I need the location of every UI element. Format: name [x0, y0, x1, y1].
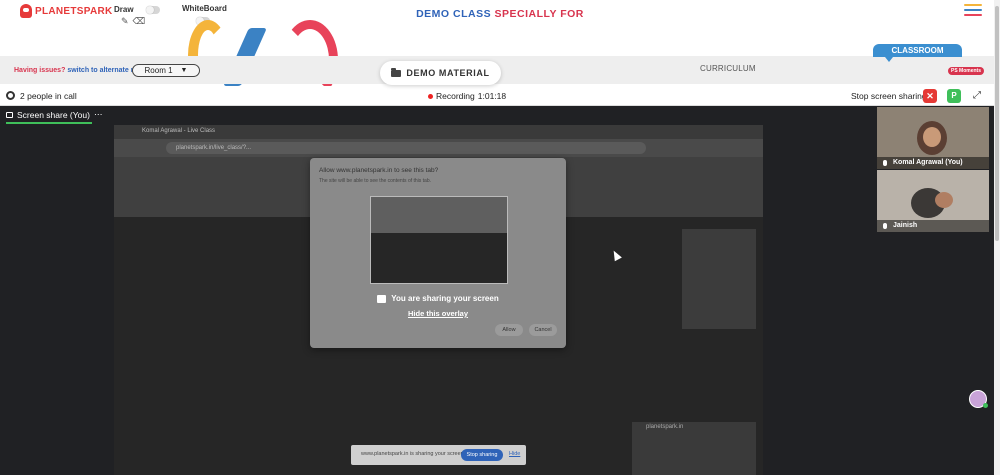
title-specially-for: SPECIALLY FOR	[494, 8, 584, 20]
scrollbar-thumb[interactable]	[995, 6, 999, 241]
sharing-screen-text: You are sharing your screen	[391, 294, 499, 303]
shared-inner-camera: planetspark.in	[632, 422, 756, 475]
allow-button: Allow	[495, 324, 523, 336]
stop-sharing-close-button[interactable]: ✕	[923, 89, 937, 103]
participant-tile[interactable]: Jainish	[877, 170, 989, 232]
hamburger-line	[964, 14, 982, 16]
shared-inner-camera-label: planetspark.in	[646, 424, 684, 430]
room-select-value: Room 1	[144, 66, 173, 75]
screen-icon	[6, 111, 13, 118]
hamburger-line	[964, 9, 982, 11]
dialog-question: Allow www.planetspark.in to see this tab…	[319, 167, 439, 174]
more-options-icon[interactable]: ⋯	[94, 109, 103, 120]
hamburger-line	[964, 4, 982, 6]
room-select[interactable]: Room 1 ▼	[132, 64, 200, 77]
folder-icon	[391, 67, 402, 77]
sharing-banner-message: www.planetspark.in is sharing your scree…	[361, 451, 466, 457]
cancel-button: Cancel	[529, 324, 557, 336]
screen-share-tab[interactable]: Screen share (You) ⋯	[6, 109, 102, 120]
active-tab-underline	[6, 122, 92, 124]
call-bar: 2 people in call Recording 1:01:18 Stop …	[0, 86, 994, 106]
participant-video	[935, 192, 953, 208]
expand-icon[interactable]: ⤢	[970, 89, 984, 103]
sharing-banner-hide: Hide	[509, 451, 521, 457]
classroom-tab[interactable]: CLASSROOM	[873, 44, 962, 57]
participant-name: Jainish	[893, 222, 918, 229]
recording-time: 1:01:18	[477, 91, 507, 101]
browser-url: planetspark.in/live_class/?...	[166, 142, 646, 154]
sharing-screen-notice: You are sharing your screen	[310, 294, 566, 303]
shared-inner-participants	[682, 229, 756, 329]
browser-address-bar: planetspark.in/live_class/?...	[114, 139, 763, 157]
page: PLANETSPARK Draw ✎⌫ WhiteBoard DEMO CLAS…	[0, 0, 1000, 475]
record-dot-icon	[428, 93, 433, 99]
mic-icon	[883, 223, 887, 229]
online-status-dot	[983, 403, 988, 408]
browser-tab-title: Komal Agrawal - Live Class	[142, 128, 216, 134]
issues-text: Having issues?	[14, 67, 66, 74]
ps-moments-badge[interactable]: PS Moments	[948, 67, 985, 75]
hide-overlay-link[interactable]: Hide this overlay	[310, 309, 566, 318]
gear-icon[interactable]	[6, 91, 15, 100]
page-scrollbar[interactable]	[994, 0, 1000, 475]
recording-label: Recording	[436, 91, 475, 101]
participant-video	[923, 127, 941, 147]
dialog-preview-header	[371, 197, 507, 233]
participant-name-bar: Jainish	[877, 220, 989, 232]
dialog-tab-preview	[370, 196, 508, 284]
p-button[interactable]: P	[947, 89, 961, 103]
sharing-banner-stop: Stop sharing	[461, 449, 503, 461]
sharing-banner: www.planetspark.in is sharing your scree…	[351, 445, 526, 465]
page-title: DEMO CLASS SPECIALLY FOR	[0, 8, 1000, 20]
participant-tile[interactable]: Komal Agrawal (You)	[877, 107, 989, 169]
dialog-subtitle: The site will be able to see the content…	[319, 178, 432, 184]
recording-indicator: Recording 1:01:18	[428, 91, 506, 101]
screen-share-label: Screen share (You)	[17, 109, 90, 120]
demo-material-button[interactable]: DEMO MATERIAL	[380, 61, 501, 85]
hamburger-menu-icon[interactable]	[964, 4, 982, 19]
demo-material-label: DEMO MATERIAL	[406, 68, 490, 78]
participant-name: Komal Agrawal (You)	[893, 159, 963, 166]
share-permission-dialog: Allow www.planetspark.in to see this tab…	[310, 158, 566, 348]
top-header: PLANETSPARK Draw ✎⌫ WhiteBoard DEMO CLAS…	[0, 0, 994, 56]
title-demo-class: DEMO CLASS	[416, 8, 492, 20]
screen-share-icon	[377, 294, 387, 303]
issues-notice: Having issues? switch to alternate room	[14, 67, 148, 74]
participant-name-bar: Komal Agrawal (You)	[877, 157, 989, 169]
people-count: 2 people in call	[20, 91, 77, 101]
curriculum-tab[interactable]: CURRICULUM	[700, 64, 756, 73]
browser-tabstrip: Komal Agrawal - Live Class	[114, 125, 763, 139]
stop-screen-sharing-label: Stop screen sharing	[851, 91, 927, 101]
classroom-tab-pointer	[885, 57, 893, 62]
mic-icon	[883, 160, 887, 166]
ps-moments-label: PS Moments	[951, 68, 982, 74]
caret-down-icon: ▼	[180, 67, 188, 74]
